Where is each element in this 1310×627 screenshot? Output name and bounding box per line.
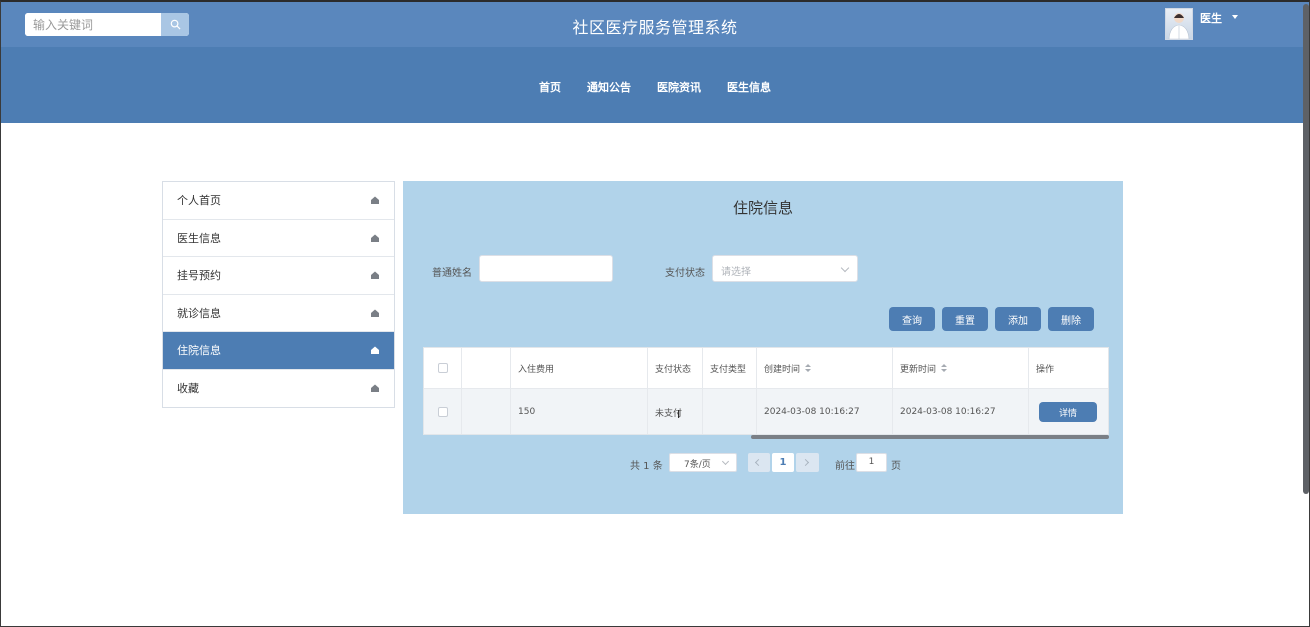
pay-status-placeholder: 请选择 — [721, 267, 751, 278]
home-icon — [371, 384, 379, 393]
row-index-cell — [462, 389, 511, 434]
page-number-current[interactable]: 1 — [772, 453, 794, 472]
index-header — [462, 348, 511, 388]
name-filter-input[interactable] — [479, 255, 613, 282]
goto-label: 前往 — [835, 461, 855, 472]
cell-pay-type — [703, 389, 757, 434]
pay-status-select[interactable]: 请选择 — [712, 255, 858, 282]
page-title: 住院信息 — [732, 199, 793, 217]
sidebar-item-visits[interactable]: 就诊信息 — [163, 295, 394, 332]
data-table: 入住费用 支付状态 支付类型 创建时间 更新时间 操作 150 未支付 2024… — [423, 347, 1109, 435]
nav-item-doctors[interactable]: 医生信息 — [714, 79, 784, 95]
sidebar-item-label: 医生信息 — [177, 231, 221, 245]
sidebar-item-label: 挂号预约 — [177, 269, 221, 283]
cell-cost: 150 — [511, 389, 648, 434]
sort-icon[interactable] — [941, 364, 948, 372]
next-page-button[interactable] — [796, 453, 819, 472]
page-suffix: 页 — [891, 461, 901, 472]
sidebar-item-favorites[interactable]: 收藏 — [163, 370, 394, 408]
select-all-cell — [424, 348, 462, 388]
nav-menu: 首页 通知公告 医院资讯 医生信息 — [1, 79, 1309, 95]
nav-item-notices[interactable]: 通知公告 — [574, 79, 644, 95]
page-vertical-scrollbar[interactable] — [1303, 4, 1309, 494]
header-pay-type: 支付类型 — [703, 348, 757, 388]
detail-button[interactable]: 详情 — [1039, 402, 1097, 422]
delete-button[interactable]: 删除 — [1048, 307, 1094, 331]
header-updated[interactable]: 更新时间 — [893, 348, 1029, 388]
home-icon — [371, 309, 379, 317]
home-icon — [371, 346, 379, 355]
header-pay-status: 支付状态 — [648, 348, 703, 388]
prev-page-button[interactable] — [748, 453, 770, 472]
nav-item-home[interactable]: 首页 — [526, 79, 574, 95]
home-icon — [371, 196, 379, 205]
pagination-total: 共 1 条 — [630, 461, 663, 472]
select-all-checkbox[interactable] — [437, 363, 448, 373]
sidebar-item-label: 收藏 — [177, 382, 199, 396]
row-select-cell — [424, 389, 462, 434]
header-created[interactable]: 创建时间 — [757, 348, 893, 388]
site-title: 社区医疗服务管理系统 — [572, 18, 738, 37]
sidebar-item-label: 就诊信息 — [177, 306, 221, 320]
cell-pay-status: 未支付 — [648, 389, 703, 434]
sort-icon[interactable] — [805, 364, 812, 372]
sidebar-item-profile-home[interactable]: 个人首页 — [163, 182, 394, 220]
doctor-avatar-icon — [1168, 13, 1190, 40]
row-checkbox[interactable] — [437, 407, 448, 417]
chevron-down-icon — [840, 263, 850, 273]
header-cost: 入住费用 — [511, 348, 648, 388]
table-horizontal-scrollbar[interactable] — [751, 435, 1109, 439]
sidebar-item-doctor-info[interactable]: 医生信息 — [163, 220, 394, 257]
sidebar-item-appointments[interactable]: 挂号预约 — [163, 257, 394, 295]
caret-down-icon[interactable] — [1232, 15, 1238, 19]
nav-item-hospital-news[interactable]: 医院资讯 — [644, 79, 714, 95]
name-filter-label: 普通姓名 — [432, 268, 472, 279]
avatar[interactable] — [1165, 8, 1193, 40]
page-size-value: 7条/页 — [684, 460, 711, 470]
chevron-right-icon — [801, 458, 810, 467]
user-name[interactable]: 医生 — [1200, 10, 1222, 26]
goto-page-input[interactable]: 1 — [856, 453, 887, 472]
table-header-row: 入住费用 支付状态 支付类型 创建时间 更新时间 操作 — [424, 348, 1108, 389]
query-button[interactable]: 查询 — [889, 307, 935, 331]
header-updated-label: 更新时间 — [900, 364, 937, 375]
sidebar-item-label: 住院信息 — [177, 344, 221, 358]
home-icon — [371, 234, 379, 242]
app-window: 社区医疗服务管理系统 医生 首页 通知公告 医院资讯 医生信息 个人首页 医生信… — [0, 0, 1310, 627]
header-created-label: 创建时间 — [764, 364, 801, 375]
main-content: 住院信息 普通姓名 支付状态 请选择 查询 重置 添加 删除 入住费用 支付状态… — [403, 181, 1123, 514]
cell-created: 2024-03-08 10:16:27 — [757, 389, 893, 434]
nav-bar: 首页 通知公告 医院资讯 医生信息 — [1, 47, 1309, 123]
cell-action: 详情 — [1029, 389, 1108, 434]
home-icon — [371, 271, 379, 280]
sidebar-item-hospitalization[interactable]: 住院信息 — [163, 332, 394, 370]
reset-button[interactable]: 重置 — [942, 307, 988, 331]
table-row: 150 未支付 2024-03-08 10:16:27 2024-03-08 1… — [424, 389, 1108, 434]
text-cursor-icon: I — [677, 408, 681, 421]
sidebar-item-label: 个人首页 — [177, 194, 221, 208]
cell-updated: 2024-03-08 10:16:27 — [893, 389, 1029, 434]
chevron-left-icon — [754, 458, 763, 467]
add-button[interactable]: 添加 — [995, 307, 1041, 331]
chevron-down-icon — [721, 457, 730, 466]
pay-status-label: 支付状态 — [665, 268, 705, 279]
top-bar: 社区医疗服务管理系统 医生 — [1, 2, 1309, 47]
header-action: 操作 — [1036, 364, 1055, 375]
sidebar: 个人首页 医生信息 挂号预约 就诊信息 住院信息 收藏 — [162, 181, 395, 408]
page-size-select[interactable]: 7条/页 — [669, 453, 737, 472]
